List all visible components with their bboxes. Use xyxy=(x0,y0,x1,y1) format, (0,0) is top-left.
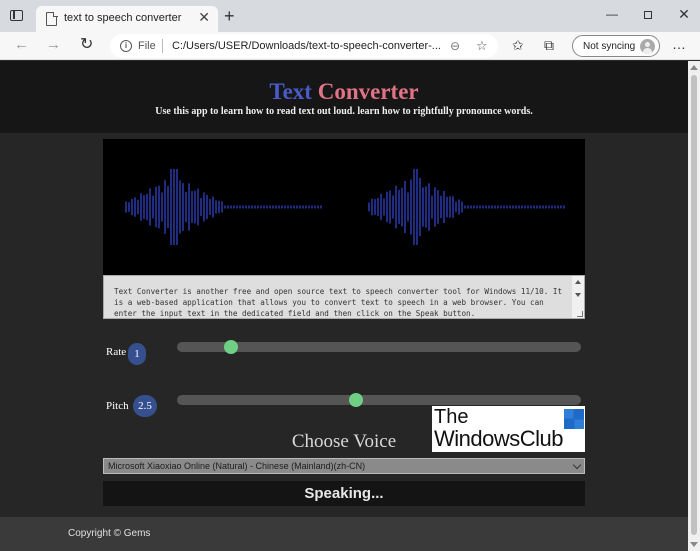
pitch-label: Pitch xyxy=(106,400,129,412)
page-scrollbar[interactable] xyxy=(688,61,700,551)
resize-handle-icon[interactable] xyxy=(577,311,583,317)
page-icon xyxy=(46,11,58,26)
scrollbar-thumb[interactable] xyxy=(691,75,697,535)
tab-close-icon[interactable]: ✕ xyxy=(198,10,210,24)
tab-actions-icon[interactable] xyxy=(8,8,26,24)
refresh-icon[interactable]: ↻ xyxy=(80,37,93,53)
window-maximize-button[interactable] xyxy=(628,5,668,23)
address-bar[interactable]: i File C:/Users/USER/Downloads/text-to-s… xyxy=(110,34,498,58)
profile-sync-button[interactable]: Not syncing xyxy=(572,35,660,57)
scroll-up-icon[interactable] xyxy=(575,280,581,284)
window-close-button[interactable]: ✕ xyxy=(664,5,700,23)
textarea-scrollbar[interactable] xyxy=(572,276,584,318)
scroll-down-icon[interactable] xyxy=(575,293,581,297)
audio-visualizer xyxy=(103,139,585,275)
speak-button[interactable]: Speaking... xyxy=(103,481,585,506)
add-favorite-icon[interactable]: ☆ xyxy=(476,38,488,54)
rate-value-badge: 1 xyxy=(128,343,146,365)
browser-tab[interactable]: text to speech converter ✕ xyxy=(36,6,218,32)
site-footer: Copyright © Gems xyxy=(0,517,688,551)
browser-toolbar: ← → ↻ i File C:/Users/USER/Downloads/tex… xyxy=(0,32,700,60)
scroll-down-icon[interactable] xyxy=(690,542,698,547)
pitch-slider-handle[interactable] xyxy=(348,393,363,407)
site-title-word1: Text xyxy=(269,79,312,104)
chevron-down-icon xyxy=(572,460,582,470)
address-url[interactable]: C:/Users/USER/Downloads/text-to-speech-c… xyxy=(172,40,441,52)
info-icon[interactable]: i xyxy=(120,40,132,52)
page-viewport: Text Converter Use this app to learn how… xyxy=(0,61,688,551)
scroll-up-icon[interactable] xyxy=(690,65,698,70)
avatar-icon xyxy=(640,39,655,54)
waveform-graphic xyxy=(125,169,565,245)
new-tab-icon[interactable]: + xyxy=(224,7,235,25)
window-minimize-button[interactable]: — xyxy=(592,5,632,23)
sync-status-label: Not syncing xyxy=(583,41,636,52)
rate-slider[interactable] xyxy=(177,340,581,354)
site-header: Text Converter Use this app to learn how… xyxy=(0,61,688,133)
site-subtitle: Use this app to learn how to read text o… xyxy=(155,106,533,117)
site-title: Text Converter xyxy=(0,79,688,105)
choose-voice-heading: Choose Voice xyxy=(291,431,397,452)
forward-icon[interactable]: → xyxy=(46,37,61,53)
back-icon[interactable]: ← xyxy=(14,37,29,53)
more-menu-icon[interactable]: … xyxy=(672,36,686,52)
favorites-icon[interactable]: ✩ xyxy=(512,37,524,53)
logo-line1: The xyxy=(434,406,469,428)
text-input-content[interactable]: Text Converter is another free and open … xyxy=(114,286,564,319)
pitch-slider[interactable] xyxy=(177,393,581,407)
footer-copyright: Copyright © Gems xyxy=(68,528,151,539)
tab-title: text to speech converter xyxy=(64,12,182,24)
windows-flag-icon xyxy=(564,409,584,429)
pitch-value-badge: 2.5 xyxy=(133,395,157,417)
address-separator xyxy=(162,39,163,53)
text-input-area[interactable]: Text Converter is another free and open … xyxy=(103,275,585,319)
voice-select[interactable]: Microsoft Xiaoxiao Online (Natural) - Ch… xyxy=(103,458,585,474)
zoom-icon[interactable]: ⊖ xyxy=(450,39,460,53)
browser-tab-bar: text to speech converter ✕ + — ✕ xyxy=(0,0,700,32)
collections-icon[interactable]: ⧉ xyxy=(544,37,554,53)
rate-slider-handle[interactable] xyxy=(223,340,238,354)
rate-label: Rate xyxy=(106,346,127,358)
voice-select-value: Microsoft Xiaoxiao Online (Natural) - Ch… xyxy=(108,461,366,471)
address-scheme-label: File xyxy=(138,40,156,52)
site-title-word2: Converter xyxy=(317,79,419,104)
